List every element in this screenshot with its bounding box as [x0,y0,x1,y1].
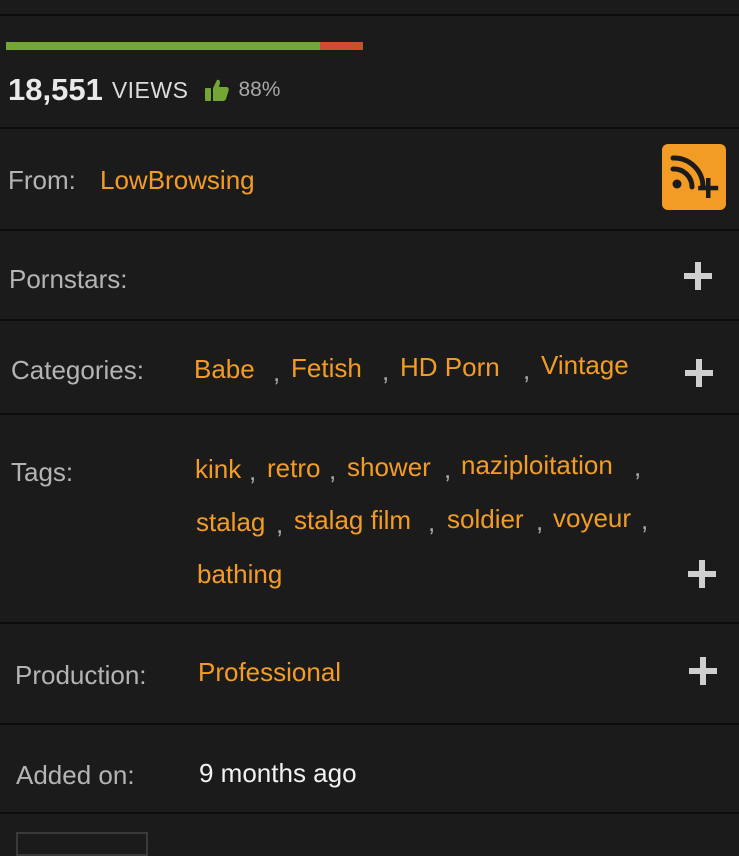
separator: , [444,454,452,484]
separator: , [634,452,642,482]
divider [0,723,739,725]
add-production-plus-icon[interactable] [689,657,717,685]
tag-link[interactable]: naziploitation [461,450,613,481]
pornstars-label: Pornstars: [9,264,128,294]
divider [0,319,739,321]
tag-link[interactable]: stalag film [294,505,411,536]
divider [0,229,739,231]
add-pornstar-plus-icon[interactable] [684,262,712,290]
from-channel-link[interactable]: LowBrowsing [100,165,255,196]
separator: , [249,456,257,486]
add-tag-plus-icon[interactable] [688,560,716,588]
separator: , [641,505,649,535]
views-label: VIEWS [111,76,189,103]
tag-link[interactable]: stalag [196,507,265,538]
views-row: 18,551 VIEWS 88% [8,68,280,112]
tags-label: Tags: [11,457,74,487]
categories-label: Categories: [11,355,144,385]
separator: , [536,506,544,536]
added-on-value: 9 months ago [199,758,357,788]
subscribe-button[interactable] [662,144,726,210]
production-link[interactable]: Professional [198,657,341,688]
divider [0,622,739,624]
added-on-label: Added on: [16,760,135,790]
thumbs-up-icon[interactable] [204,77,230,103]
views-count: 18,551 [8,72,103,107]
tag-link[interactable]: bathing [197,559,282,590]
category-link[interactable]: Fetish [291,353,362,384]
separator: , [276,509,284,539]
separator: , [329,455,337,485]
rating-bar [6,42,363,50]
production-label: Production: [15,660,147,690]
video-info-panel: 18,551 VIEWS 88% From: LowBrowsing Porns… [0,0,739,856]
tag-link[interactable]: retro [267,453,320,484]
separator: , [273,357,281,387]
separator: , [523,355,531,385]
rss-plus-icon [670,155,719,198]
tag-link[interactable]: kink [195,454,241,485]
category-link[interactable]: HD Porn [400,352,500,383]
category-link[interactable]: Vintage [541,350,629,381]
top-divider [0,14,739,16]
tag-link[interactable]: voyeur [553,503,631,534]
divider [0,127,739,129]
separator: , [382,356,390,386]
divider [0,812,739,814]
add-category-plus-icon[interactable] [685,359,713,387]
tag-link[interactable]: shower [347,452,431,483]
tag-link[interactable]: soldier [447,504,524,535]
rating-percent: 88% [238,78,281,101]
from-label: From: [8,165,76,195]
rating-bar-fill [6,42,321,50]
separator: , [428,507,436,537]
partial-button[interactable] [16,832,148,856]
divider [0,413,739,415]
category-link[interactable]: Babe [194,354,255,385]
